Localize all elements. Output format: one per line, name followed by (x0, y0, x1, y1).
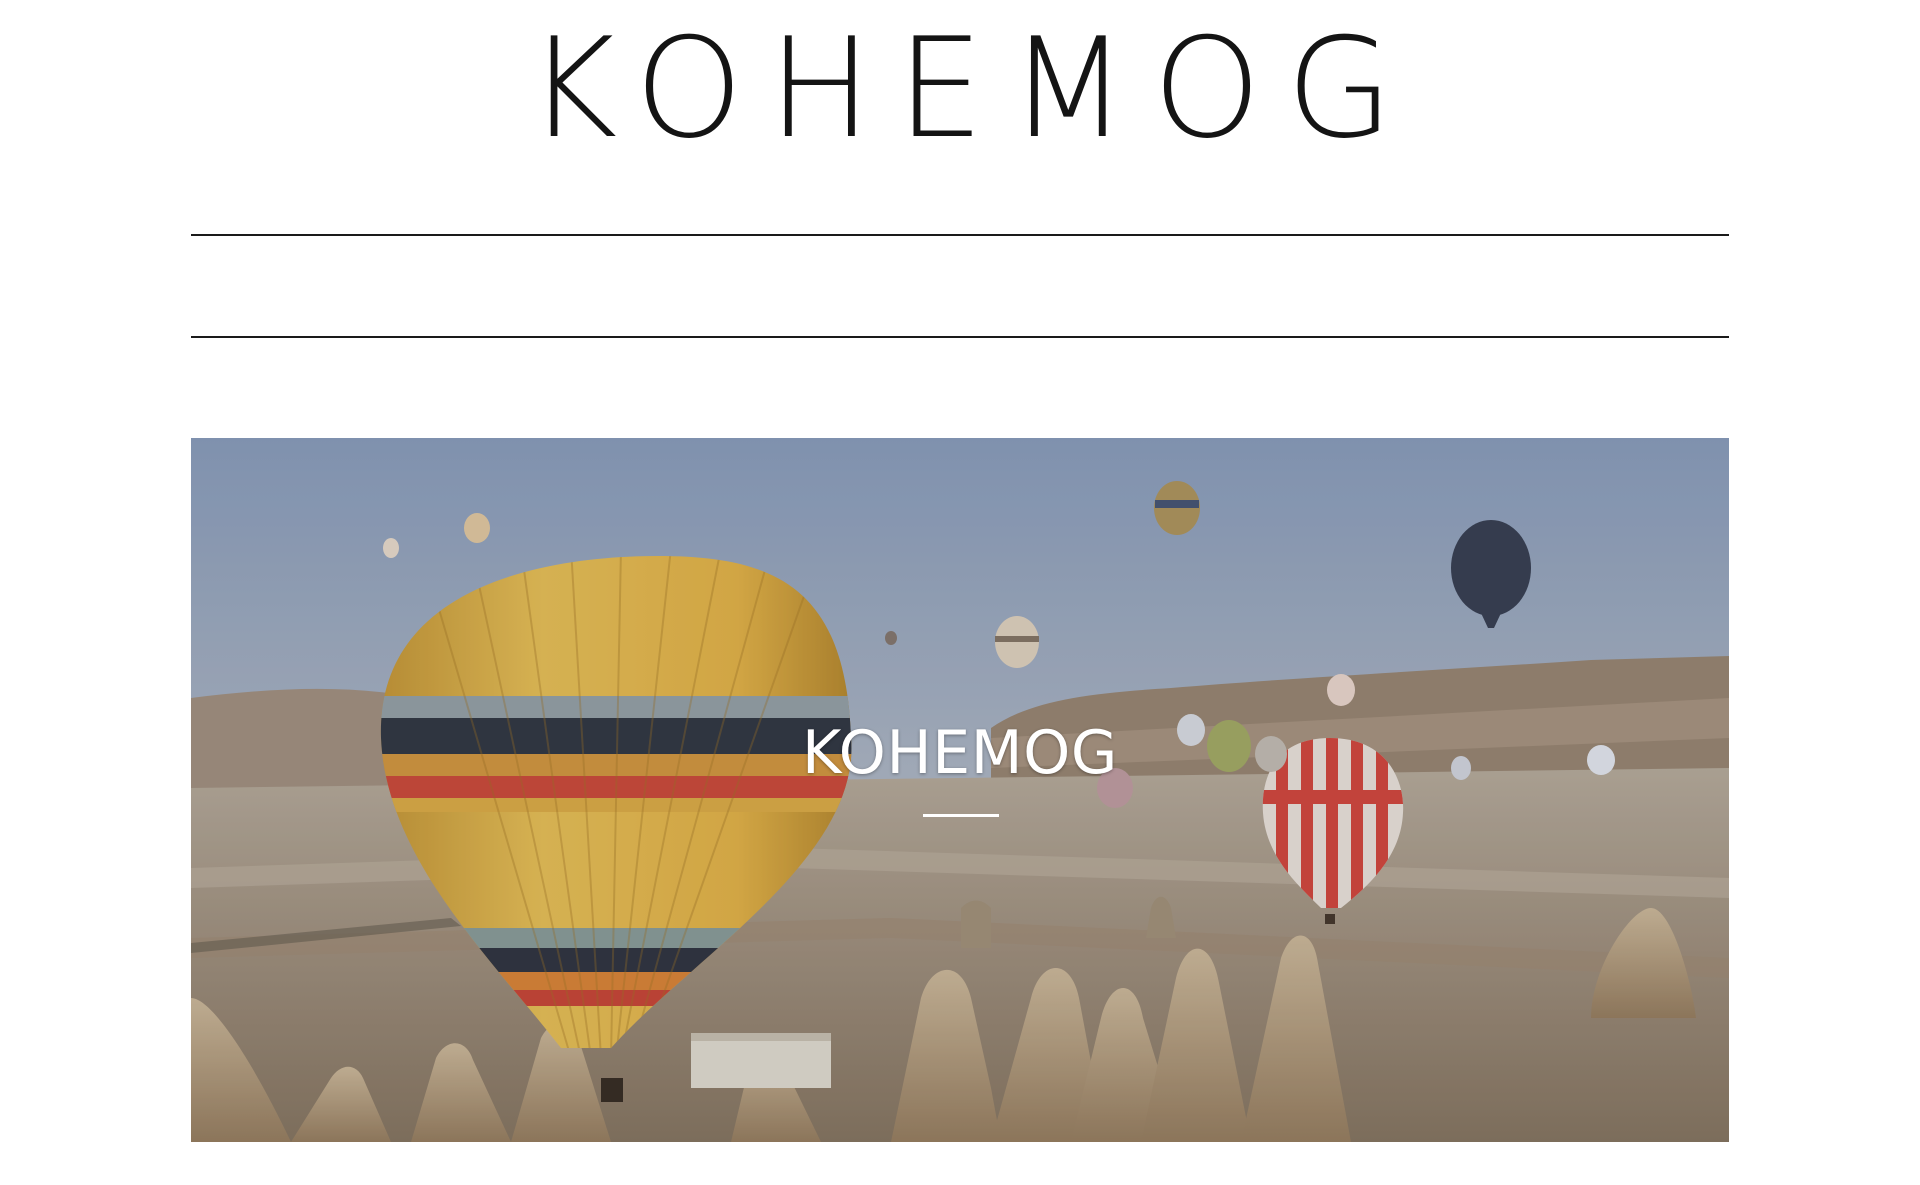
hero-caption[interactable]: KOHEMOG (191, 718, 1729, 788)
hero-banner[interactable]: KOHEMOG (191, 438, 1729, 1142)
hero-overlay (191, 438, 1729, 1142)
hero-caption-underline (923, 814, 999, 817)
main-navigation-bar (191, 234, 1729, 338)
site-title[interactable]: KOHEMOG (0, 14, 1920, 164)
